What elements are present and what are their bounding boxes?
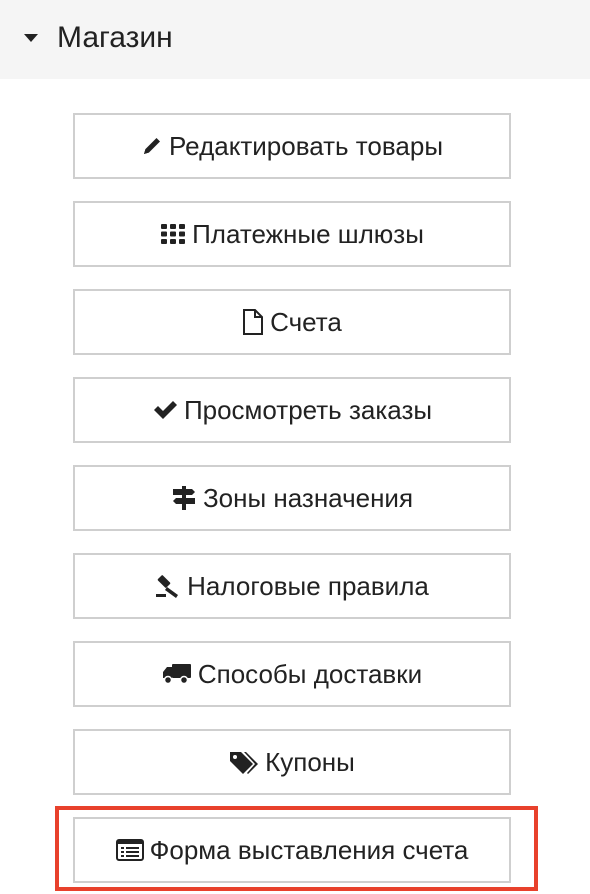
document-icon	[242, 309, 264, 335]
button-label: Зоны назначения	[202, 482, 414, 513]
button-label: Редактировать товары	[168, 130, 444, 161]
list-alt-icon	[115, 839, 144, 861]
button-label: Способы доставки	[197, 658, 423, 689]
shipping-methods-button[interactable]: Способы доставки	[73, 641, 511, 707]
tax-rules-button[interactable]: Налоговые правила	[73, 553, 511, 619]
pencil-icon	[141, 135, 163, 157]
invoice-form-button[interactable]: Форма выставления счета	[73, 817, 511, 883]
button-label: Счета	[270, 306, 342, 337]
section-title: Магазин	[57, 21, 173, 54]
truck-icon	[162, 662, 192, 686]
gavel-icon	[155, 573, 181, 599]
button-label: Налоговые правила	[187, 570, 429, 601]
invoices-button[interactable]: Счета	[73, 289, 511, 355]
button-label: Просмотреть заказы	[183, 394, 433, 425]
shop-section-header[interactable]: Магазин	[0, 0, 590, 79]
button-label: Форма выставления счета	[149, 834, 469, 865]
destination-zones-button[interactable]: Зоны назначения	[73, 465, 511, 531]
button-label: Платежные шлюзы	[192, 218, 424, 249]
edit-products-button[interactable]: Редактировать товары	[73, 113, 511, 179]
checkmark-icon	[152, 399, 178, 421]
tags-icon	[229, 750, 259, 774]
payment-gateways-button[interactable]: Платежные шлюзы	[73, 201, 511, 267]
button-label: Купоны	[265, 746, 355, 777]
grid-icon	[160, 223, 186, 245]
view-orders-button[interactable]: Просмотреть заказы	[73, 377, 511, 443]
coupons-button[interactable]: Купоны	[73, 729, 511, 795]
caret-down-icon[interactable]	[24, 34, 38, 42]
signpost-icon	[171, 485, 197, 511]
